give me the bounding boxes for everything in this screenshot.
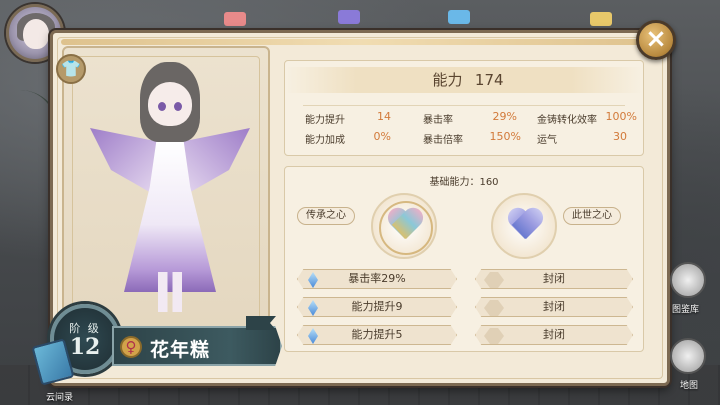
- character-legs: [158, 272, 182, 312]
- inheritance-slot-2[interactable]: 能力提升9: [297, 297, 457, 317]
- character-face: [148, 82, 192, 126]
- ability-summary: 能力 174 能力提升 14 暴击率 29% 金铸转化效率 100% 能力加成 …: [284, 60, 644, 156]
- stat-value-gold-efficiency: 100%: [605, 110, 637, 123]
- ability-total: 174: [474, 71, 504, 89]
- stat-value-power-bonus: 0%: [373, 130, 391, 143]
- shirt-icon: 👕: [61, 59, 81, 78]
- character-name: 花年糕: [150, 339, 211, 361]
- slot-label: 封闭: [543, 272, 565, 285]
- character-name-plate: ♀ 花年糕: [112, 326, 282, 366]
- locked-slot-icon: [484, 300, 504, 316]
- close-icon: ×: [645, 24, 667, 54]
- crystal-icon: [308, 328, 318, 344]
- inheritance-slot-3[interactable]: 能力提升5: [297, 325, 457, 345]
- stat-value-crit-multiplier: 150%: [489, 130, 521, 143]
- stat-label-gold-efficiency: 金铸转化效率: [537, 115, 597, 126]
- scroll-icon: [31, 338, 75, 386]
- codex-label: 图鉴库: [672, 305, 700, 315]
- slot-label: 封闭: [543, 328, 565, 341]
- slot-label: 封闭: [543, 300, 565, 313]
- outfit-button[interactable]: 👕: [56, 54, 86, 84]
- slot-label: 暴击率29%: [348, 272, 406, 285]
- stat-label-power-bonus: 能力加成: [305, 135, 345, 146]
- base-ability-title: 基础能力：160: [429, 177, 499, 188]
- crystal-icon: [308, 300, 318, 316]
- ability-title: 能力: [432, 71, 463, 89]
- locked-slot-icon: [484, 272, 504, 288]
- present-slot-3[interactable]: 封闭: [475, 325, 633, 345]
- stat-divider: [303, 105, 625, 106]
- close-button[interactable]: ×: [636, 20, 676, 60]
- inheritance-slot-1[interactable]: 暴击率29%: [297, 269, 457, 289]
- present-slot-1[interactable]: 封闭: [475, 269, 633, 289]
- inheritance-heart-slot[interactable]: [371, 193, 437, 259]
- cloud-record-button[interactable]: [30, 336, 78, 388]
- character-eye-right: [174, 102, 182, 111]
- character-eye-left: [158, 102, 166, 111]
- stat-label-power-up: 能力提升: [305, 115, 345, 126]
- present-heart-slot[interactable]: [491, 193, 557, 259]
- resource-gold-icon: [590, 12, 612, 26]
- crystal-icon: [308, 272, 318, 288]
- map-button[interactable]: [670, 338, 706, 374]
- resource-ice-icon: [448, 10, 470, 24]
- stat-value-power-up: 14: [377, 110, 391, 123]
- resource-crystal-icon: [338, 10, 360, 24]
- stat-label-crit-multiplier: 暴击倍率: [423, 135, 463, 146]
- stat-value-luck: 30: [613, 130, 627, 143]
- present-heart-label: 此世之心: [563, 207, 621, 225]
- heart-icon: [386, 209, 424, 243]
- codex-button[interactable]: [670, 262, 706, 298]
- slot-label: 能力提升9: [351, 300, 403, 313]
- heart-icon: [506, 209, 544, 243]
- panel-top-trim: [61, 39, 659, 45]
- top-resource-bar: [210, 10, 690, 30]
- cloud-record-label: 云间录: [46, 393, 74, 403]
- stat-label-crit-rate: 暴击率: [423, 115, 453, 126]
- female-gender-icon: ♀: [120, 336, 142, 358]
- stat-value-crit-rate: 29%: [492, 110, 517, 123]
- map-label: 地图: [680, 381, 699, 391]
- present-slot-2[interactable]: 封闭: [475, 297, 633, 317]
- stat-label-luck: 运气: [537, 135, 557, 146]
- inheritance-heart-label: 传承之心: [297, 207, 355, 225]
- locked-slot-icon: [484, 328, 504, 344]
- base-ability-section: 基础能力：160 传承之心 此世之心 暴击率29% 能力提升9 能力提升5 封闭…: [284, 166, 644, 352]
- avatar-face: [23, 19, 49, 49]
- character-portrait: [90, 62, 250, 312]
- resource-gem-icon: [224, 12, 246, 26]
- slot-label: 能力提升5: [351, 328, 403, 341]
- ability-header: 能力 174: [285, 67, 643, 93]
